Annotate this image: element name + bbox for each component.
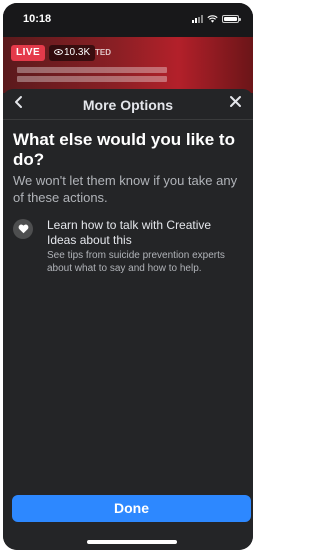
live-badge: LIVE [11, 45, 46, 61]
wifi-icon [207, 15, 218, 23]
status-icons [192, 15, 241, 23]
option-text: Learn how to talk with Creative Ideas ab… [47, 218, 243, 275]
question-heading: What else would you like to do? [13, 130, 235, 169]
live-video-preview: LIVE 10.3K TED [3, 37, 253, 93]
home-indicator [87, 540, 177, 544]
option-description: See tips from suicide prevention experts… [47, 250, 225, 274]
phone-screen: 10:18 LIVE 10.3K TED More Options What e… [3, 3, 253, 550]
close-icon [229, 96, 241, 107]
close-button[interactable] [227, 95, 243, 113]
more-options-sheet: More Options What else would you like to… [3, 89, 253, 550]
battery-icon [222, 15, 241, 23]
sheet-title: More Options [82, 97, 174, 113]
question-subtext: We won't let them know if you take any o… [13, 173, 238, 205]
status-time: 10:18 [23, 13, 52, 25]
viewer-count-badge: 10.3K [49, 45, 96, 61]
viewer-count: 10.3K [64, 47, 91, 58]
status-bar: 10:18 [3, 3, 253, 37]
option-title: Learn how to talk with Creative Ideas ab… [47, 218, 212, 247]
video-title-fragment: TED [95, 48, 111, 57]
eye-icon [54, 49, 63, 56]
option-learn-how-to-talk[interactable]: Learn how to talk with Creative Ideas ab… [13, 218, 243, 275]
heart-icon-container [13, 219, 33, 239]
done-button[interactable]: Done [12, 495, 251, 522]
sheet-header: More Options [3, 89, 253, 119]
signal-icon [192, 15, 203, 23]
heart-icon [18, 224, 28, 234]
video-scoreboard [17, 67, 167, 85]
header-divider [3, 119, 253, 120]
